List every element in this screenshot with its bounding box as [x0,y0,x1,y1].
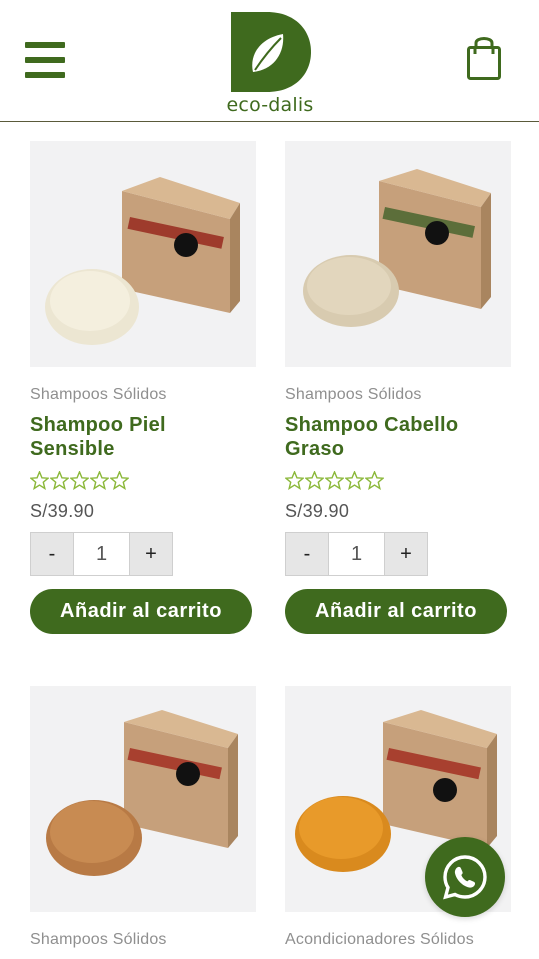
quantity-stepper: - 1 + [30,532,173,576]
star-icon [90,471,109,490]
whatsapp-icon[interactable] [425,837,505,917]
quantity-stepper: - 1 + [285,532,428,576]
rating-stars [30,471,256,491]
logo-text: eco-dalis [226,94,314,116]
star-icon [365,471,384,490]
rating-stars [285,471,511,491]
product-price: S/39.90 [285,501,350,521]
star-icon [70,471,89,490]
product-price: S/39.90 [30,501,95,521]
quantity-input[interactable]: 1 [74,532,129,576]
product-title[interactable]: Shampoo Piel Sensible [30,413,256,461]
star-icon [285,471,304,490]
product-card: Shampoos Sólidos Shampoo Piel Sensible S… [30,141,256,634]
product-card: Shampoos Sólidos Shampoo Cabello Graso S… [285,141,511,634]
quantity-increase-button[interactable]: + [129,532,173,576]
shopping-bag-icon[interactable] [464,33,504,83]
quantity-decrease-button[interactable]: - [30,532,74,576]
product-image[interactable] [285,141,511,367]
product-category[interactable]: Shampoos Sólidos [285,386,511,404]
hamburger-menu-icon[interactable] [25,42,65,78]
product-category[interactable]: Acondicionadores Sólidos [285,931,511,949]
eco-dalis-logo-icon [231,12,311,92]
star-icon [50,471,69,490]
quantity-input[interactable]: 1 [329,532,384,576]
quantity-decrease-button[interactable]: - [285,532,329,576]
product-category[interactable]: Shampoos Sólidos [30,386,256,404]
product-image[interactable] [30,141,256,367]
site-header: eco-dalis [0,0,539,122]
star-icon [305,471,324,490]
add-to-cart-button[interactable]: Añadir al carrito [30,589,252,634]
star-icon [110,471,129,490]
star-icon [325,471,344,490]
add-to-cart-button[interactable]: Añadir al carrito [285,589,507,634]
product-image[interactable] [30,686,256,912]
product-card: Shampoos Sólidos [30,686,256,949]
quantity-increase-button[interactable]: + [384,532,428,576]
product-title[interactable]: Shampoo Cabello Graso [285,413,511,461]
product-category[interactable]: Shampoos Sólidos [30,931,256,949]
site-logo[interactable]: eco-dalis [225,10,315,116]
star-icon [30,471,49,490]
star-icon [345,471,364,490]
